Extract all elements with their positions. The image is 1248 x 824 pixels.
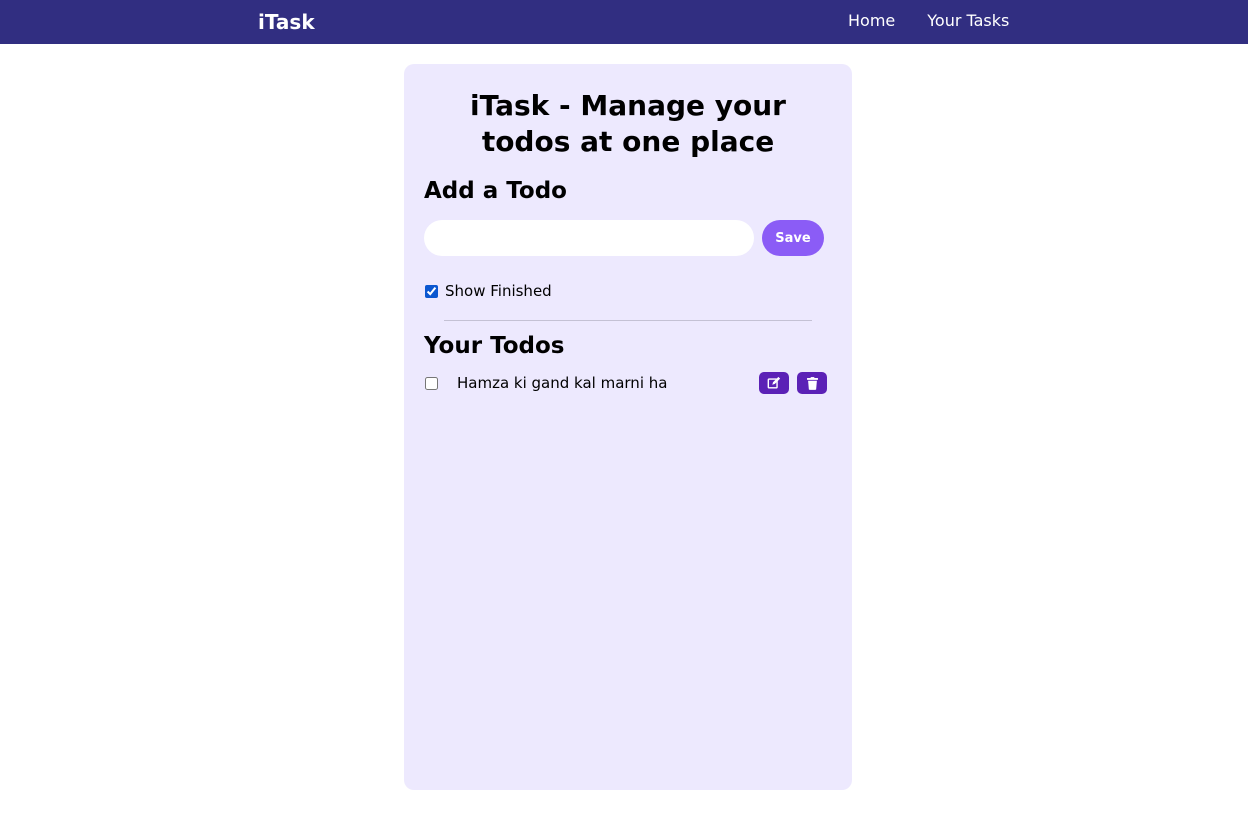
add-todo-row: Save: [424, 220, 832, 256]
show-finished-label: Show Finished: [445, 282, 552, 300]
todo-text: Hamza ki gand kal marni ha: [457, 374, 668, 392]
your-todos-heading: Your Todos: [424, 333, 565, 359]
nav-link-home[interactable]: Home: [848, 11, 895, 30]
nav-links: Home Your Tasks: [848, 11, 1009, 30]
show-finished-toggle[interactable]: Show Finished: [424, 282, 832, 300]
todo-checkbox[interactable]: [425, 376, 438, 390]
page-title: iTask - Manage your todos at one place: [470, 89, 786, 158]
navbar: iTask Home Your Tasks: [0, 0, 1248, 44]
save-button[interactable]: Save: [762, 220, 824, 256]
edit-button[interactable]: [759, 372, 789, 394]
todo-actions: [759, 372, 827, 394]
delete-button[interactable]: [797, 372, 827, 394]
nav-link-your-tasks[interactable]: Your Tasks: [927, 11, 1009, 30]
show-finished-checkbox[interactable]: [425, 284, 438, 298]
todo-card: iTask - Manage your todos at one place A…: [404, 64, 852, 790]
todo-input[interactable]: [424, 220, 754, 256]
brand-logo[interactable]: iTask: [258, 10, 315, 34]
todo-item: Hamza ki gand kal marni ha: [424, 371, 832, 395]
trash-icon: [806, 376, 818, 390]
edit-icon: [767, 376, 781, 389]
divider: [444, 320, 812, 321]
add-todo-heading: Add a Todo: [424, 178, 567, 204]
